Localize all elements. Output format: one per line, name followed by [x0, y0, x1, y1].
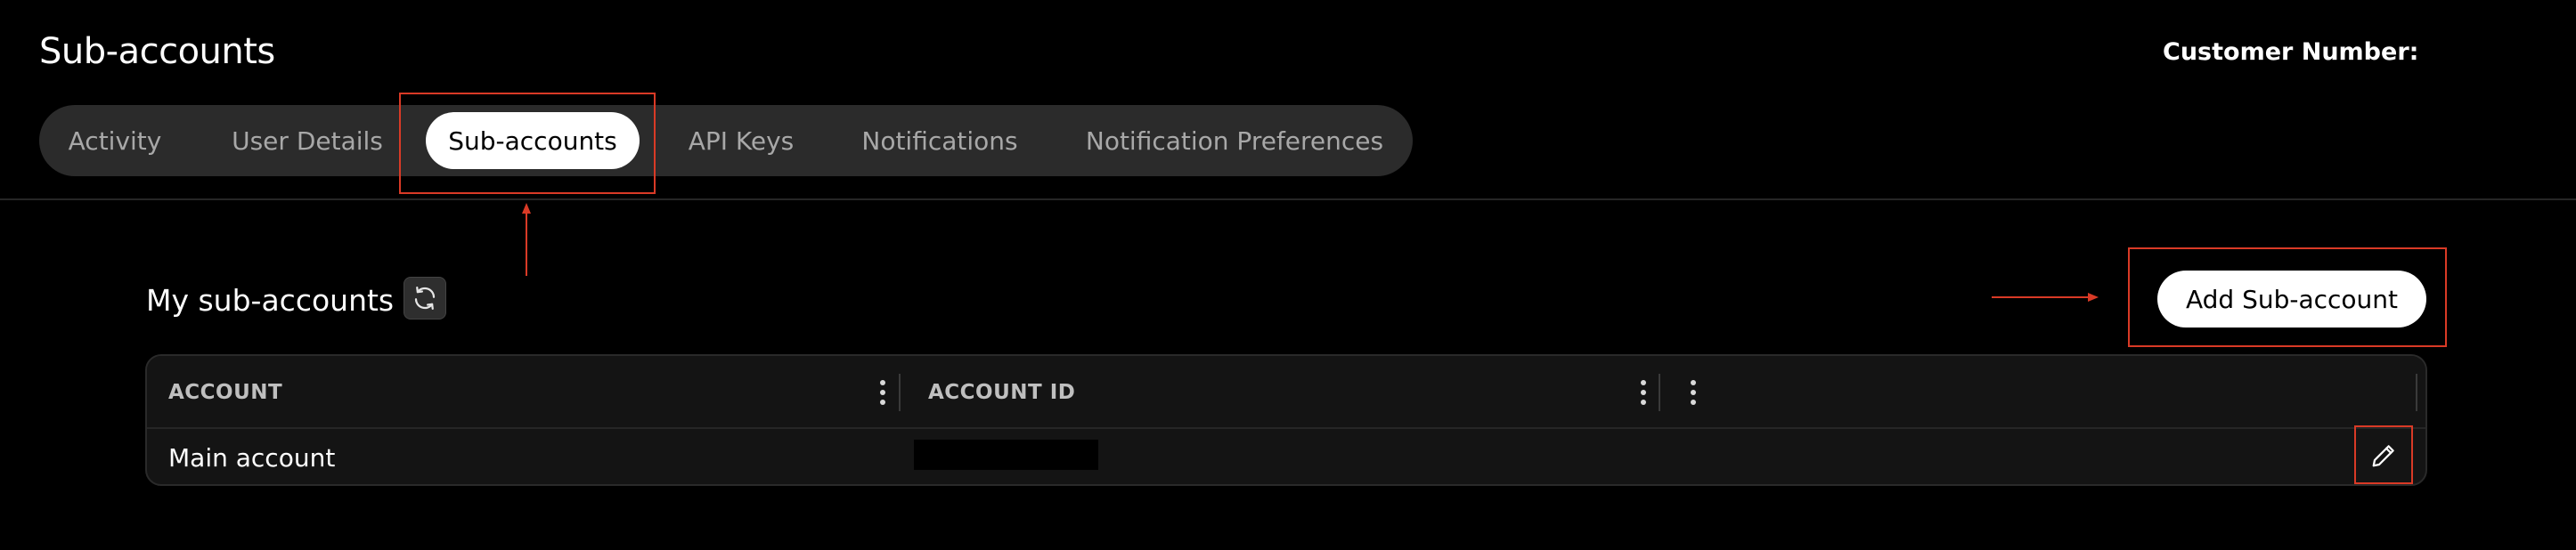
add-sub-account-button[interactable]: Add Sub-account [2157, 271, 2426, 328]
customer-number-label: Customer Number: [2163, 38, 2419, 66]
section-title: My sub-accounts [146, 283, 395, 318]
refresh-button[interactable] [404, 277, 446, 319]
table-row[interactable]: Main account [147, 429, 2425, 484]
tab-api-keys[interactable]: API Keys [689, 105, 795, 176]
tab-notifications[interactable]: Notifications [861, 105, 1018, 176]
kebab-menu-icon[interactable] [1686, 380, 1700, 405]
kebab-menu-icon[interactable] [876, 380, 890, 405]
tab-activity[interactable]: Activity [66, 105, 164, 176]
tab-notification-preferences[interactable]: Notification Preferences [1086, 105, 1383, 176]
page-title: Sub-accounts [39, 31, 275, 72]
tab-sub-accounts[interactable]: Sub-accounts [426, 112, 640, 169]
refresh-icon [414, 287, 436, 310]
pencil-icon [2372, 445, 2394, 467]
arrow-up-icon [522, 203, 531, 276]
column-header-account-id[interactable]: ACCOUNT ID [928, 356, 1075, 429]
tab-bar: Activity User Details Sub-accounts API K… [39, 105, 1413, 176]
kebab-menu-icon[interactable] [1636, 380, 1651, 405]
tab-user-details[interactable]: User Details [232, 105, 383, 176]
arrow-right-icon [1992, 293, 2099, 302]
header-divider [0, 198, 2576, 200]
column-header-account[interactable]: ACCOUNT [168, 356, 282, 429]
account-id-redacted [914, 440, 1098, 470]
table-header: ACCOUNT ACCOUNT ID [147, 356, 2425, 429]
sub-accounts-table: ACCOUNT ACCOUNT ID Main account [145, 354, 2427, 486]
column-resizer[interactable] [899, 374, 901, 411]
edit-button[interactable] [2362, 434, 2405, 477]
column-resizer[interactable] [2416, 374, 2417, 411]
column-resizer[interactable] [1659, 374, 1660, 411]
page: Sub-accounts Customer Number: Activity U… [0, 0, 2576, 550]
account-name-cell: Main account [168, 442, 336, 473]
